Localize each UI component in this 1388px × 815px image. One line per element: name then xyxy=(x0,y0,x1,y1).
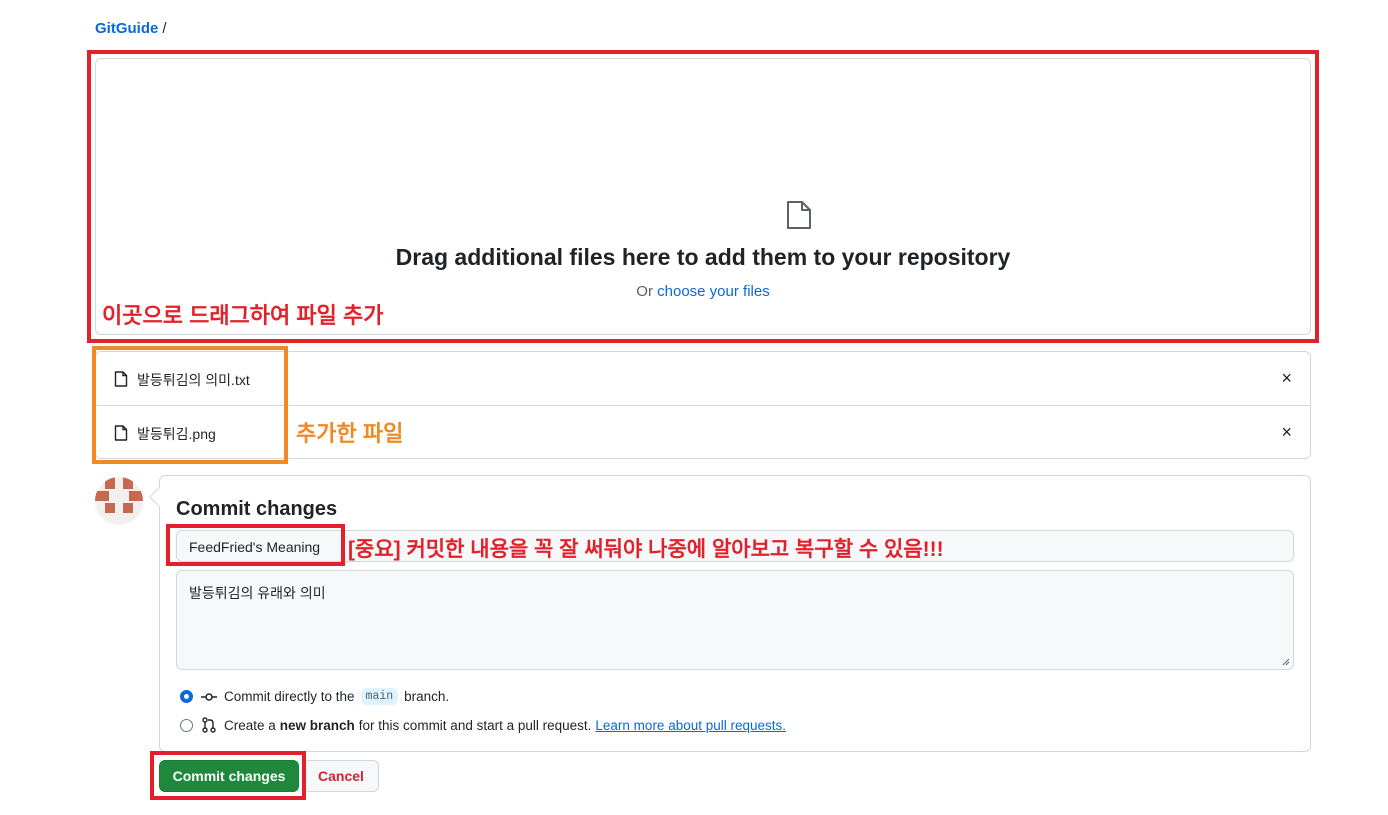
annotation-files-box xyxy=(92,346,288,464)
radio-new-branch[interactable]: Create a new branch for this commit and … xyxy=(180,717,786,733)
breadcrumb: GitGuide / xyxy=(95,20,167,37)
branch-name-badge: main xyxy=(360,688,399,705)
direct-prefix: Commit directly to the xyxy=(224,689,355,704)
card-pointer xyxy=(149,487,169,507)
annotation-summary-box xyxy=(166,524,345,566)
git-commit-icon xyxy=(201,692,217,701)
git-pull-request-icon xyxy=(202,717,216,733)
commit-title: Commit changes xyxy=(176,498,338,520)
avatar[interactable] xyxy=(95,477,143,525)
radio-commit-direct[interactable]: Commit directly to the main branch. xyxy=(180,688,449,705)
annotation-files-note: 추가한 파일 xyxy=(296,421,404,446)
description-value: 발등튀김의 유래와 의미 xyxy=(189,585,326,601)
radio-new-branch-unchecked[interactable] xyxy=(180,718,193,732)
new-branch-suffix: for this commit and start a pull request… xyxy=(358,717,592,733)
direct-suffix: branch. xyxy=(404,689,450,704)
commit-description-input[interactable]: 발등튀김의 유래와 의미 xyxy=(176,570,1294,670)
annotation-commit-box xyxy=(150,751,306,800)
learn-more-link[interactable]: Learn more about pull requests. xyxy=(595,718,786,733)
new-branch-prefix: Create a xyxy=(224,717,276,733)
repo-link[interactable]: GitGuide xyxy=(95,20,158,37)
annotation-summary-note: [중요] 커밋한 내용을 꼭 잘 써둬야 나중에 알아보고 복구할 수 있음!!… xyxy=(348,538,944,561)
breadcrumb-separator: / xyxy=(162,20,167,37)
new-branch-bold: new branch xyxy=(279,717,355,733)
close-icon[interactable]: × xyxy=(1281,368,1292,389)
close-icon[interactable]: × xyxy=(1281,422,1292,443)
radio-direct-checked[interactable] xyxy=(180,690,193,703)
resize-grip-icon[interactable] xyxy=(1282,658,1290,666)
annotation-dropzone-note: 이곳으로 드래그하여 파일 추가 xyxy=(102,303,384,328)
cancel-button[interactable]: Cancel xyxy=(303,760,379,792)
